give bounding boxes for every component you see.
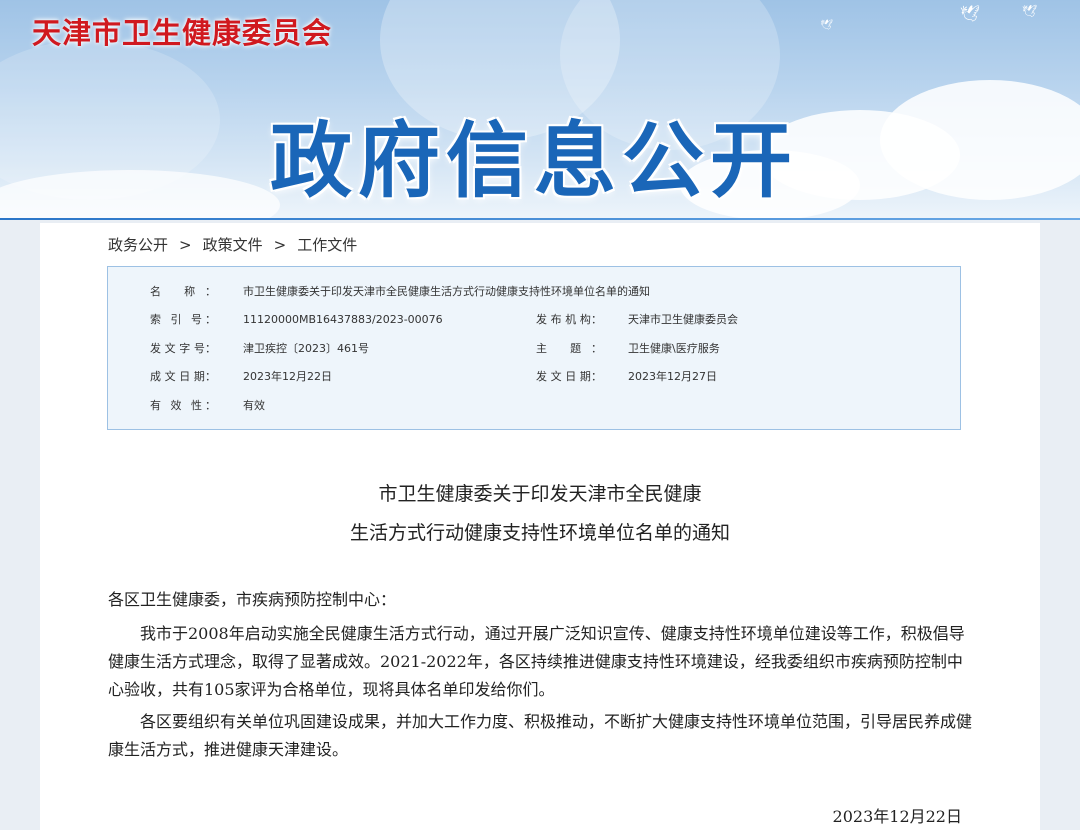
signature-date: 2023年12月22日 (832, 807, 962, 826)
body-paragraph: 我市于2008年启动实施全民健康生活方式行动，通过开展广泛知识宣传、健康支持性环… (108, 624, 965, 699)
meta-value-topic: 卫生健康\医疗服务 (628, 342, 720, 355)
meta-row-validity: 有 效 性： 有效 (108, 396, 962, 416)
meta-label-docno: 发 文 字 号： (150, 342, 216, 355)
bird-icon: 🕊 (960, 4, 981, 23)
breadcrumb-item-zhengwu[interactable]: 政务公开 (108, 236, 168, 254)
body-paragraph: 各区要组织有关单位巩固建设成果，并加大工作力度、积极推动，不断扩大健康支持性环境… (108, 712, 973, 759)
document-title-line1: 市卫生健康委关于印发天津市全民健康 (378, 483, 702, 505)
meta-value-published: 2023年12月27日 (628, 370, 717, 383)
document-metadata-box: 名 称： 市卫生健康委关于印发天津市全民健康生活方式行动健康支持性环境单位名单的… (107, 266, 961, 430)
breadcrumb-separator: > (179, 236, 192, 254)
bird-icon: 🕊 (1022, 4, 1038, 18)
breadcrumb-item-gongzuo[interactable]: 工作文件 (297, 236, 357, 254)
header-banner: 🕊 🕊 🕊 天津市卫生健康委员会 政府信息公开 (0, 0, 1080, 220)
meta-value-created: 2023年12月22日 (243, 370, 332, 383)
meta-label-issuer: 发 布 机 构： (536, 313, 602, 326)
meta-value-validity: 有效 (243, 399, 265, 412)
meta-value-index: 11120000MB16437883/2023-00076 (243, 313, 443, 326)
content-panel: 政务公开 > 政策文件 > 工作文件 名 称： 市卫生健康委关于印发天津市全民健康生活方… (40, 223, 1040, 830)
meta-value-issuer: 天津市卫生健康委员会 (628, 313, 738, 326)
meta-label-created: 成 文 日 期： (150, 370, 216, 383)
breadcrumb: 政务公开 > 政策文件 > 工作文件 (108, 234, 357, 255)
meta-row-index: 索 引 号： 11120000MB16437883/2023-00076 发 布… (108, 310, 962, 330)
bird-icon: 🕊 (820, 20, 833, 31)
cloud-decoration (0, 170, 280, 220)
meta-label-published: 发 文 日 期： (536, 370, 602, 383)
document-title: 市卫生健康委关于印发天津市全民健康 生活方式行动健康支持性环境单位名单的通知 (40, 475, 1040, 553)
banner-title: 政府信息公开 (270, 114, 799, 209)
meta-row-name: 名 称： 市卫生健康委关于印发天津市全民健康生活方式行动健康支持性环境单位名单的… (108, 282, 962, 302)
meta-row-dates: 成 文 日 期： 2023年12月22日 发 文 日 期： 2023年12月27… (108, 367, 962, 387)
meta-label-topic: 主 题： (536, 342, 602, 355)
banner-divider (0, 218, 1080, 220)
org-name[interactable]: 天津市卫生健康委员会 (32, 10, 332, 52)
meta-row-docno: 发 文 字 号： 津卫疾控〔2023〕461号 主 题： 卫生健康\医疗服务 (108, 339, 962, 359)
meta-label-index: 索 引 号： (150, 313, 216, 326)
meta-value-docno: 津卫疾控〔2023〕461号 (243, 342, 369, 355)
meta-value-name: 市卫生健康委关于印发天津市全民健康生活方式行动健康支持性环境单位名单的通知 (243, 285, 650, 298)
salutation: 各区卫生健康委，市疾病预防控制中心： (108, 590, 397, 609)
meta-label-validity: 有 效 性： (150, 399, 216, 412)
breadcrumb-item-zhengce[interactable]: 政策文件 (203, 236, 263, 254)
document-title-line2: 生活方式行动健康支持性环境单位名单的通知 (349, 522, 730, 544)
meta-label-name: 名 称： (150, 285, 216, 298)
breadcrumb-separator: > (273, 236, 287, 254)
